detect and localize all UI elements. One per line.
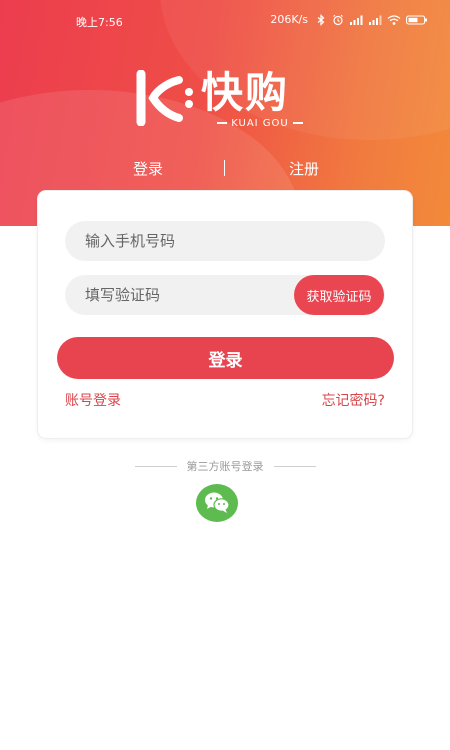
wechat-icon [205, 492, 230, 513]
phone-input[interactable] [85, 221, 295, 261]
divider [273, 465, 316, 467]
alarm-icon [333, 14, 343, 25]
wifi-icon [387, 14, 401, 25]
auth-tabs: 登录 注册 [0, 150, 450, 186]
network-speed: 206K/s [270, 13, 308, 26]
divider [134, 465, 177, 467]
tab-divider [224, 160, 225, 176]
wechat-login-button[interactable] [196, 484, 238, 522]
code-field: 获取验证码 [65, 275, 385, 315]
verification-code-input[interactable] [85, 275, 295, 315]
phone-field [65, 221, 385, 261]
brand-subtitle-text: KUAI GOU [231, 117, 289, 129]
battery-icon [406, 14, 427, 25]
get-code-button[interactable]: 获取验证码 [294, 275, 384, 315]
brand-subtitle: KUAI GOU [203, 116, 317, 130]
login-card: 获取验证码 登录 账号登录 忘记密码? [38, 191, 412, 438]
divider [217, 122, 228, 124]
status-indicators: 206K/s [270, 13, 428, 26]
account-login-link[interactable]: 账号登录 [65, 390, 121, 410]
signal-icon [350, 15, 363, 25]
divider [292, 122, 303, 124]
third-party-login-header: 第三方账号登录 [0, 456, 450, 476]
login-screen: 晚上7:56 206K/s 快购 KUAI GOU 登录 注册 输入手机号码 填… [0, 0, 450, 750]
status-time: 晚上7:56 [76, 16, 123, 29]
tab-register[interactable]: 注册 [276, 158, 332, 179]
login-button[interactable]: 登录 [57, 337, 394, 379]
bluetooth-icon [317, 13, 325, 26]
status-bar: 晚上7:56 206K/s [0, 0, 450, 40]
signal-icon [369, 15, 382, 25]
brand-name: 快购 [201, 68, 290, 117]
forgot-password-link[interactable]: 忘记密码? [322, 390, 385, 410]
tab-login[interactable]: 登录 [120, 158, 176, 179]
third-party-label: 第三方账号登录 [186, 460, 264, 473]
brand-k-icon [136, 70, 193, 126]
brand-logo: 快购 KUAI GOU [133, 66, 323, 130]
